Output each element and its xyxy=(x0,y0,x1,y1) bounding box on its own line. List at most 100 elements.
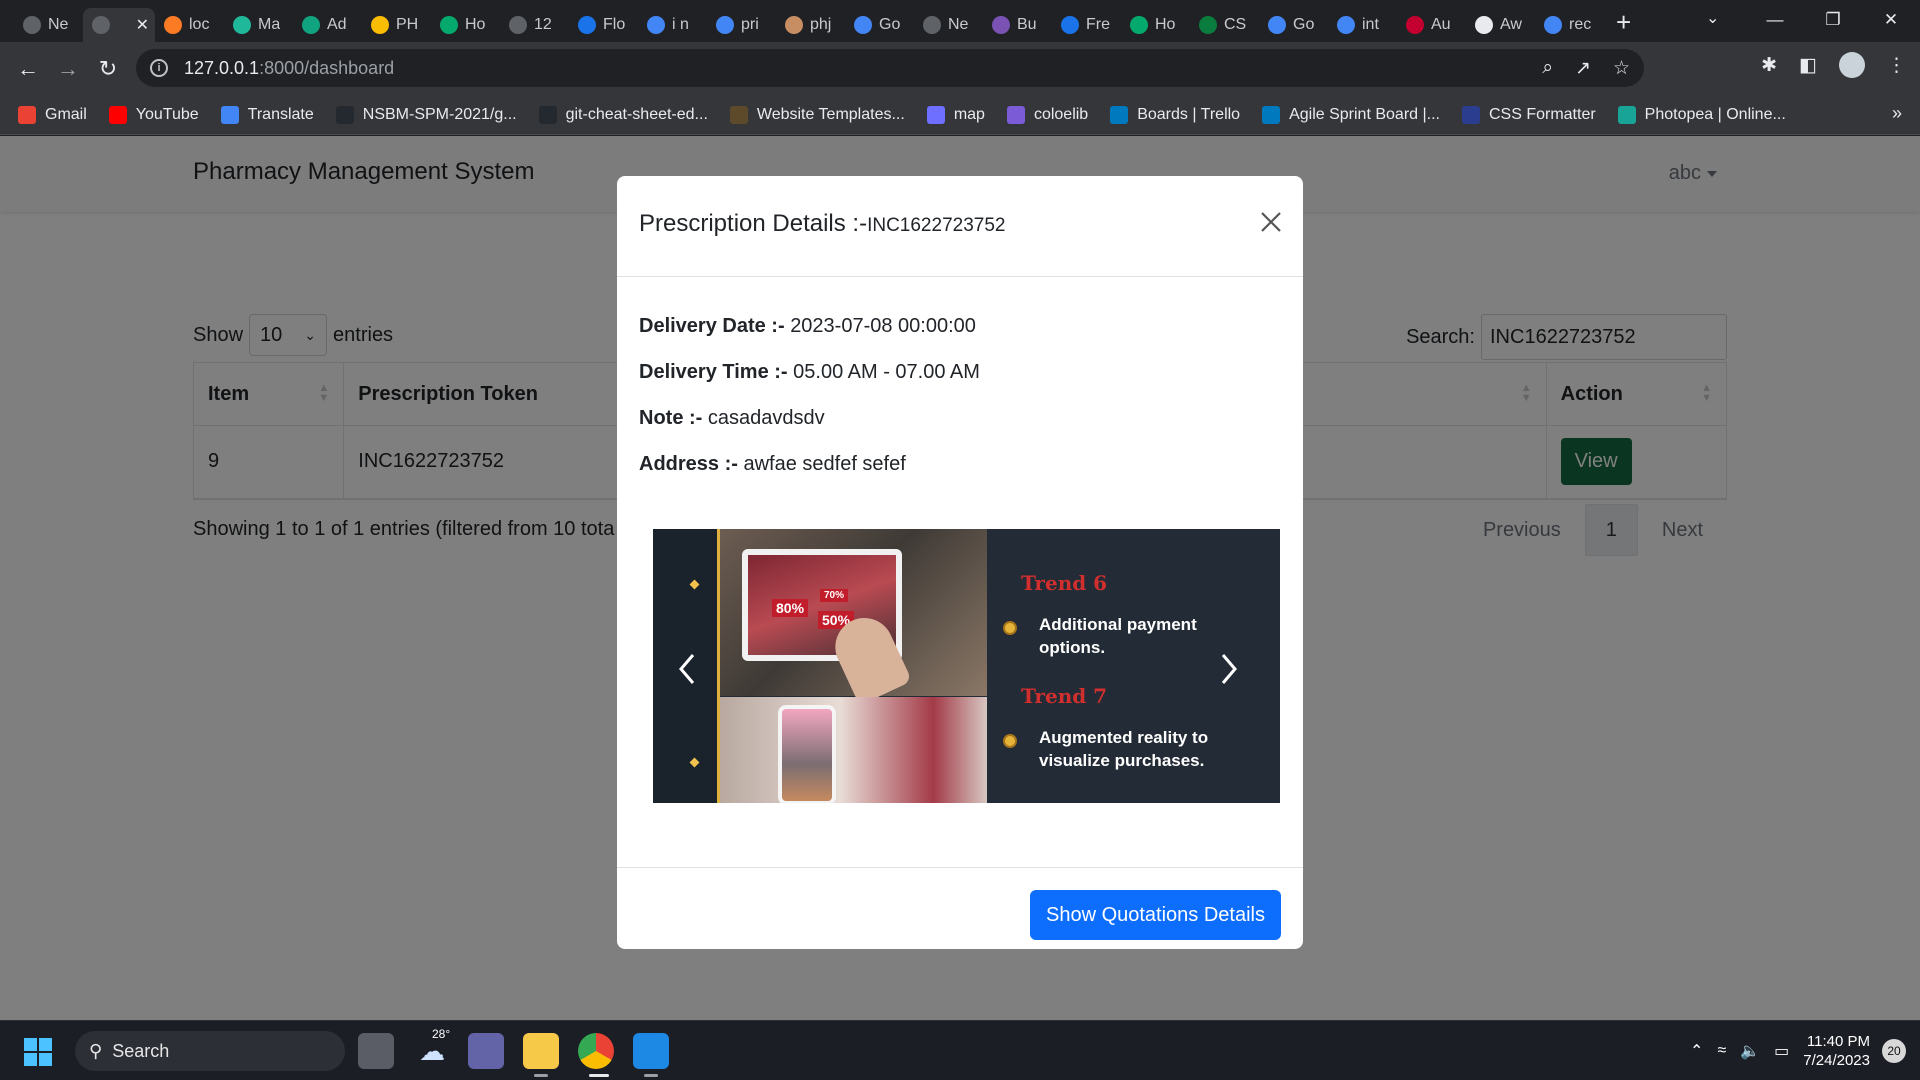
bookmark-item[interactable]: coloelib xyxy=(1006,105,1088,124)
reload-icon[interactable]: ↻ xyxy=(88,56,128,82)
bookmark-label: Website Templates... xyxy=(756,105,905,123)
browser-tab[interactable]: ✕ xyxy=(83,8,155,42)
notification-badge[interactable]: 20 xyxy=(1882,1039,1906,1063)
browser-tab[interactable]: Ho xyxy=(431,8,500,42)
active-indicator xyxy=(589,1074,609,1077)
field-label: Delivery Date :- xyxy=(639,315,785,337)
bookmark-item[interactable]: NSBM-SPM-2021/g... xyxy=(335,105,517,124)
browser-tab[interactable]: Bu xyxy=(983,8,1052,42)
window-controls: — ❐ ✕ xyxy=(1746,0,1920,40)
browser-tab[interactable]: Ma xyxy=(224,8,293,42)
forward-icon[interactable]: → xyxy=(48,56,88,82)
url-host: 127.0.0.1 xyxy=(184,57,260,78)
map-icon xyxy=(926,105,945,124)
browser-tab[interactable]: CS xyxy=(1190,8,1259,42)
browser-tab[interactable]: rec xyxy=(1535,8,1604,42)
bookmark-item[interactable]: git-cheat-sheet-ed... xyxy=(538,105,708,124)
vscode-icon[interactable] xyxy=(633,1033,669,1069)
side-panel-icon[interactable]: ◧ xyxy=(1799,54,1817,77)
running-indicator xyxy=(534,1074,548,1077)
teams-chat-icon[interactable] xyxy=(468,1033,504,1069)
google-g-icon xyxy=(1544,16,1562,34)
bookmark-item[interactable]: Website Templates... xyxy=(729,105,905,124)
restore-icon[interactable]: ❐ xyxy=(1804,10,1862,30)
carousel-prev-icon[interactable] xyxy=(673,649,703,689)
chrome-taskbar-icon[interactable] xyxy=(578,1033,614,1069)
browser-tab[interactable]: PH xyxy=(362,8,431,42)
browser-tab[interactable]: pri xyxy=(707,8,776,42)
bookmark-item[interactable]: Photopea | Online... xyxy=(1617,105,1786,124)
coin-icon xyxy=(1003,621,1017,635)
tab-search-icon[interactable]: ⌄ xyxy=(1706,8,1719,28)
browser-tab[interactable]: Aw xyxy=(1466,8,1535,42)
wifi-icon[interactable]: ≈ xyxy=(1717,1042,1726,1060)
new-tab-button[interactable]: + xyxy=(1616,7,1631,38)
browser-tab[interactable]: Ad xyxy=(293,8,362,42)
template-icon xyxy=(729,105,748,124)
browser-tab[interactable]: Au xyxy=(1397,8,1466,42)
browser-tab[interactable]: loc xyxy=(155,8,224,42)
bookmark-item[interactable]: CSS Formatter xyxy=(1461,105,1596,124)
browser-tab[interactable]: Ne xyxy=(914,8,983,42)
more-bookmarks-button[interactable]: » xyxy=(1892,103,1902,124)
file-explorer-icon[interactable] xyxy=(523,1033,559,1069)
minimize-icon[interactable]: — xyxy=(1746,10,1804,30)
browser-tab[interactable]: Fre xyxy=(1052,8,1121,42)
github-icon xyxy=(335,105,354,124)
task-view-icon[interactable] xyxy=(358,1033,394,1069)
back-icon[interactable]: ← xyxy=(8,56,48,82)
bookmark-item[interactable]: Agile Sprint Board |... xyxy=(1262,105,1440,124)
address-bar[interactable]: i 127.0.0.1:8000/dashboard ⌕ ↗ ☆ xyxy=(136,49,1644,87)
carousel-next-icon[interactable] xyxy=(1213,649,1243,689)
browser-tab[interactable]: Ne xyxy=(14,8,83,42)
modal-token: INC1622723752 xyxy=(867,215,1006,236)
browser-tab[interactable]: Go xyxy=(1259,8,1328,42)
bookmark-item[interactable]: Boards | Trello xyxy=(1110,105,1240,124)
extensions-icon[interactable]: ✱ xyxy=(1761,54,1777,77)
tab-title: Go xyxy=(1293,16,1315,33)
clock-time: 11:40 PM xyxy=(1806,1033,1870,1050)
browser-tab[interactable]: 12 xyxy=(500,8,569,42)
clock[interactable]: 11:40 PM 7/24/2023 xyxy=(1803,1032,1870,1070)
profile-avatar[interactable] xyxy=(1839,52,1865,78)
angular-icon xyxy=(1406,16,1424,34)
zoom-icon[interactable]: ⌕ xyxy=(1542,57,1553,80)
menu-dots-icon[interactable]: ⋮ xyxy=(1887,54,1906,77)
modal-footer: Show Quotations Details xyxy=(617,867,1303,949)
browser-tab[interactable]: Go xyxy=(845,8,914,42)
browser-tab-strip: Ne ✕ loc Ma Ad PH Ho 12 Flo i n pri phj Go Ne Bu Fre Ho C… xyxy=(0,0,1920,42)
browser-tab[interactable]: int xyxy=(1328,8,1397,42)
browser-tab[interactable]: i n xyxy=(638,8,707,42)
phone-screen xyxy=(778,705,836,803)
site-info-icon[interactable]: i xyxy=(150,59,168,77)
close-icon[interactable] xyxy=(1259,210,1283,234)
tab-title: Ne xyxy=(48,16,69,33)
prescription-details-modal: Prescription Details :-INC1622723752 Del… xyxy=(617,176,1303,949)
close-tab-icon[interactable]: ✕ xyxy=(136,15,149,35)
share-icon[interactable]: ↗ xyxy=(1575,57,1591,80)
bookmark-item[interactable]: Gmail xyxy=(18,105,87,124)
translate-icon xyxy=(220,105,239,124)
bookmark-item[interactable]: Translate xyxy=(220,105,314,124)
volume-icon[interactable]: 🔈 xyxy=(1740,1041,1760,1061)
chevron-up-icon[interactable]: ⌃ xyxy=(1690,1041,1703,1061)
bookmark-label: Photopea | Online... xyxy=(1644,105,1786,123)
windows-start-icon[interactable] xyxy=(24,1038,52,1066)
tab-title: Ho xyxy=(1155,16,1176,33)
github-icon xyxy=(538,105,557,124)
bookmark-label: Gmail xyxy=(45,105,87,123)
bookmark-label: CSS Formatter xyxy=(1488,105,1596,123)
battery-icon[interactable]: ▭ xyxy=(1774,1041,1789,1061)
browser-tab[interactable]: Ho xyxy=(1121,8,1190,42)
taskbar-search[interactable]: ⚲ Search xyxy=(75,1031,345,1071)
bookmark-item[interactable]: YouTube xyxy=(108,105,199,124)
bookmark-item[interactable]: map xyxy=(926,105,985,124)
show-quotations-button[interactable]: Show Quotations Details xyxy=(1029,890,1281,940)
modal-title: Prescription Details :-INC1622723752 xyxy=(639,210,1005,238)
bookmark-star-icon[interactable]: ☆ xyxy=(1613,57,1630,80)
close-window-icon[interactable]: ✕ xyxy=(1862,10,1920,30)
browser-tab[interactable]: phj xyxy=(776,8,845,42)
browser-tab[interactable]: Flo xyxy=(569,8,638,42)
search-icon: ⚲ xyxy=(89,1040,103,1061)
modal-header: Prescription Details :-INC1622723752 xyxy=(617,176,1303,277)
